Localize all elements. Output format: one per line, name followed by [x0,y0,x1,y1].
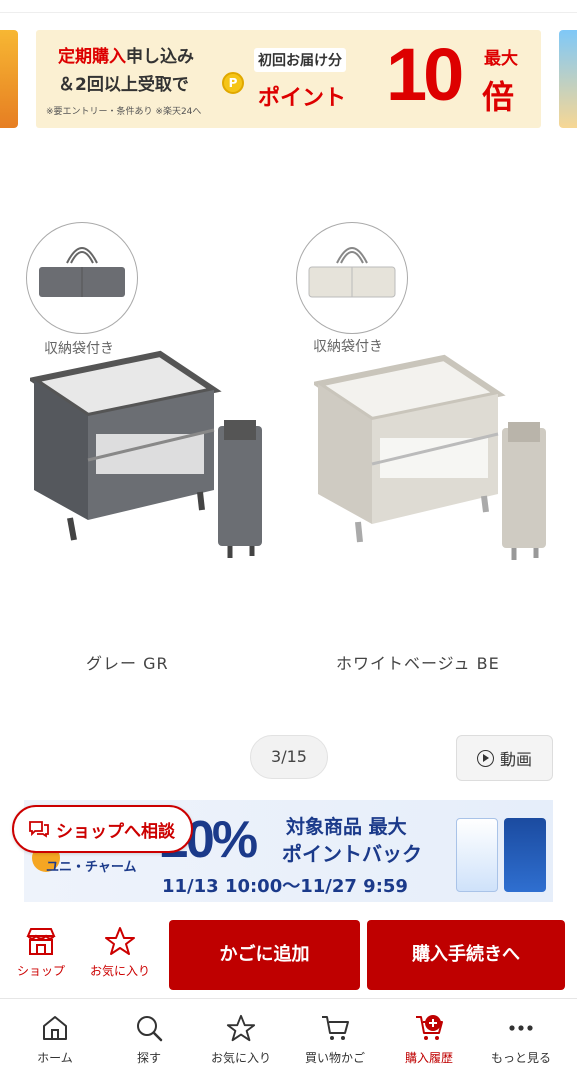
video-label: 動画 [499,750,532,769]
unicharm-period: 11/13 10:00～11/27 9:59 [162,876,408,897]
bottom-nav: ホーム 探す お気に入り 買い物かご 購入履歴 もっと見る [0,998,577,1080]
crib-beige-image [314,354,546,560]
nav-favorites-label: お気に入り [210,1051,271,1065]
star-icon [105,927,135,955]
nav-favorites[interactable]: お気に入り [196,1013,286,1066]
nav-more[interactable]: もっと見る [476,1013,566,1066]
promo-line1: 定期購入申し込み [58,47,194,67]
top-divider [0,12,577,13]
shop-label: ショップ [16,964,65,978]
add-to-cart-button[interactable]: かごに追加 [169,920,360,990]
crib-gray-image [30,350,262,558]
storage-bag-beige-image [296,222,408,334]
consult-label: ショップへ相談 [56,821,175,842]
home-icon [43,1016,67,1040]
consult-shop-button[interactable]: ショップへ相談 [12,805,193,853]
promo-line2: ＆2回以上受取で [58,75,189,95]
promo-right-block: 初回お届け分 ポイント [254,42,388,116]
storage-bag-gray-image [26,222,138,334]
checkout-button[interactable]: 購入手続きへ [367,920,565,990]
promo-points: ポイント [258,86,347,111]
nav-cart-label: 買い物かご [304,1051,365,1065]
prev-banner-peek[interactable] [0,30,18,128]
promo-note: ※要エントリー・条件あり ※楽天24へ [46,107,202,117]
unicharm-headline1: 対象商品 最大 [286,816,407,838]
promo-times: 倍 [482,78,515,116]
promo-multiplier: 10 [386,33,464,116]
favorite-label: お気に入り [89,964,150,978]
action-bar: ショップ お気に入り かごに追加 購入手続きへ [0,912,577,996]
star-icon [226,1014,256,1042]
shop-icon [26,928,56,955]
promo-first-delivery: 初回お届け分 [254,48,346,72]
variant-label-gray: グレー GR [86,654,169,673]
nav-purchase-history[interactable]: 購入履歴 [384,1013,474,1066]
search-icon [137,1016,163,1042]
nav-more-label: もっと見る [490,1051,551,1065]
promo-max: 最大 [484,49,518,69]
next-banner-peek[interactable] [559,30,577,128]
diaper-pack-image [456,818,498,892]
play-icon [476,749,494,767]
nav-home-label: ホーム [37,1051,73,1065]
image-counter: 3/15 [250,735,328,779]
nav-search-label: 探す [136,1051,161,1065]
nav-cart[interactable]: 買い物かご [290,1013,380,1066]
purchase-history-icon [416,1015,443,1040]
shop-link[interactable]: ショップ [10,926,72,979]
product-image[interactable]: 収納袋付き 収納袋付き グレー GR ホワイトベージュ BE [0,160,577,700]
nav-purchase-history-label: 購入履歴 [404,1051,453,1065]
favorite-link[interactable]: お気に入り [82,926,158,979]
promo-banner[interactable]: 定期購入申し込み ＆2回以上受取で P ※要エントリー・条件あり ※楽天24へ … [36,30,541,128]
nav-search[interactable]: 探す [104,1013,194,1066]
point-coin-icon: P [222,72,244,94]
more-icon [509,1025,533,1031]
video-button[interactable]: 動画 [456,735,553,781]
unicharm-brand: ユニ・チャーム [46,860,137,875]
variant-label-beige: ホワイトベージュ BE [336,654,500,673]
chat-icon [29,821,49,838]
nav-home[interactable]: ホーム [10,1013,100,1066]
cart-icon [322,1016,349,1040]
unicharm-headline2: ポイントバック [282,842,422,866]
diaper-pack-image [504,818,546,892]
